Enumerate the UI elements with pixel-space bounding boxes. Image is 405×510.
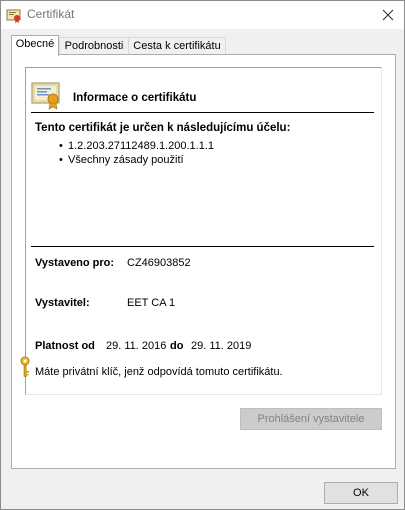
close-icon	[382, 9, 394, 21]
private-key-note: Máte privátní klíč, jenž odpovídá tomuto…	[35, 366, 283, 378]
purpose-item: 1.2.203.27112489.1.200.1.1.1	[68, 140, 214, 152]
certificate-dialog: Certifikát Obecné Podrobnosti Cesta k ce…	[0, 0, 405, 510]
issuer-value: EET CA 1	[127, 297, 176, 309]
certificate-info-box: Informace o certifikátu Tento certifikát…	[20, 67, 382, 395]
title-bar[interactable]: Certifikát	[1, 1, 404, 29]
issuer-statement-button[interactable]: Prohlášení vystavitele	[240, 408, 382, 430]
valid-to-label: do	[170, 340, 184, 352]
info-heading: Informace o certifikátu	[73, 92, 197, 104]
certificate-icon	[6, 7, 22, 23]
purpose-heading: Tento certifikát je určen k následujícím…	[35, 122, 291, 134]
purpose-item: Všechny zásady použití	[68, 154, 184, 166]
issuer-label: Vystavitel:	[35, 297, 90, 309]
valid-to-value: 29. 11. 2019	[191, 340, 252, 352]
key-icon	[19, 356, 33, 378]
tab-certification-path[interactable]: Cesta k certifikátu	[128, 37, 226, 55]
valid-from-label: Platnost od	[35, 340, 95, 352]
issued-to-value: CZ46903852	[127, 257, 191, 269]
tab-panel-general: Informace o certifikátu Tento certifikát…	[11, 54, 396, 469]
issued-to-label: Vystaveno pro:	[35, 257, 115, 269]
valid-from-value: 29. 11. 2016	[106, 340, 167, 352]
bullet-icon: •	[59, 140, 63, 152]
certificate-icon	[31, 80, 63, 110]
divider	[31, 112, 374, 113]
ok-button[interactable]: OK	[324, 482, 398, 504]
window-title: Certifikát	[27, 7, 75, 21]
tab-general[interactable]: Obecné	[11, 35, 59, 56]
divider	[31, 246, 374, 247]
tab-details[interactable]: Podrobnosti	[59, 37, 129, 55]
close-button[interactable]	[378, 5, 398, 25]
bullet-icon: •	[59, 154, 63, 166]
